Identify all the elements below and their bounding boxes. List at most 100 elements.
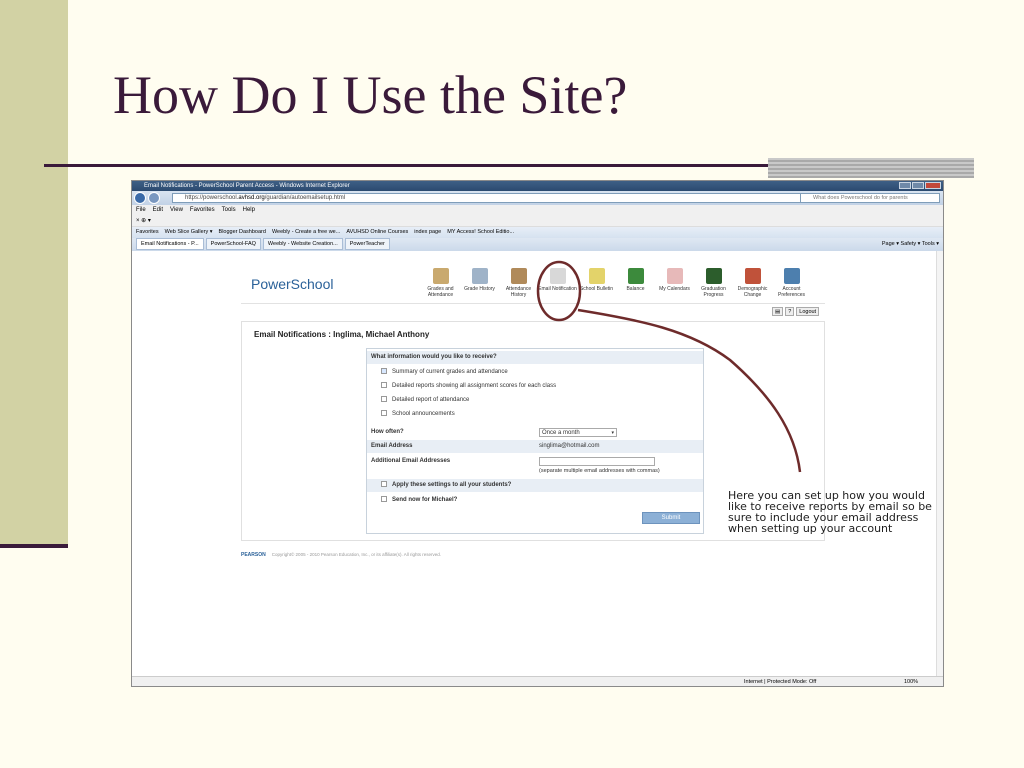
favorite-avuhsd[interactable]: AVUHSD Online Courses	[346, 227, 408, 238]
back-icon[interactable]	[134, 192, 146, 204]
nav-item[interactable]: My Calendars	[655, 268, 694, 298]
frequency-select[interactable]: Once a month	[539, 428, 617, 437]
nav-item-label: School Bulletin	[579, 286, 614, 292]
utility-bar: ▤ ? Logout	[772, 307, 820, 316]
powerschool-nav: Grades and Attendance Grade History Attend…	[421, 268, 811, 298]
nav-item[interactable]: Balance	[616, 268, 655, 298]
nav-item[interactable]: School Bulletin	[577, 268, 616, 298]
nav-item[interactable]: Account Preferences	[772, 268, 811, 298]
apply-all-label: Apply these settings to all your student…	[392, 482, 512, 488]
how-often-row: How often? Once a month	[367, 426, 703, 439]
print-icon[interactable]: ▤	[772, 307, 784, 316]
toolbar-row[interactable]: × ⊕ ▾	[132, 215, 943, 227]
notification-form: What information would you like to recei…	[366, 348, 704, 534]
menu-tools[interactable]: Tools	[222, 205, 236, 215]
nav-item-label: Grade History	[464, 286, 495, 292]
page-footer: PEARSON Copyright© 2005 - 2010 Pearson Ed…	[241, 552, 441, 558]
tab-weebly[interactable]: Weebly - Website Creation...	[262, 238, 343, 250]
nav-item-label: Email Notification	[538, 286, 577, 292]
logout-button[interactable]: Logout	[796, 307, 820, 316]
annotation-text: Here you can set up how you would like t…	[728, 489, 932, 535]
email-value: singlima@hotmail.com	[539, 443, 600, 449]
send-now-checkbox[interactable]	[381, 496, 387, 503]
email-label: Email Address	[371, 443, 413, 449]
search-input[interactable]: What does Powerschool do for parents	[800, 193, 940, 203]
help-icon[interactable]: ?	[785, 307, 795, 316]
option-label: Detailed report of attendance	[392, 397, 470, 403]
zoom-level[interactable]: 100%	[904, 677, 918, 686]
question-row: What information would you like to recei…	[367, 351, 703, 364]
slide-title: How Do I Use the Site?	[113, 65, 628, 125]
nav-item-icon	[510, 268, 527, 284]
address-input[interactable]: https://powerschool.avhsd.org/guardian/a…	[172, 193, 832, 203]
maximize-button[interactable]	[912, 182, 924, 189]
option-checkbox[interactable]	[381, 396, 387, 403]
submit-button[interactable]: Submit	[642, 512, 700, 524]
nav-item-icon	[627, 268, 644, 284]
nav-item-icon	[744, 268, 761, 284]
nav-item-label: Grades and Attendance	[427, 286, 454, 298]
nav-item-icon	[588, 268, 605, 284]
tab-powerschool-faq[interactable]: PowerSchool-FAQ	[205, 238, 261, 250]
nav-item-label: Balance	[626, 286, 645, 292]
nav-item[interactable]: Email Notification	[538, 268, 577, 298]
page-content: PowerSchool Grades and Attendance Grade H…	[132, 251, 943, 678]
favorite-myaccess[interactable]: MY Access! School Editio...	[447, 227, 514, 238]
forward-icon[interactable]	[148, 192, 160, 204]
nav-item[interactable]: Demographic Change	[733, 268, 772, 298]
option-row: Detailed report of attendance	[367, 394, 703, 407]
option-checkbox[interactable]	[381, 368, 387, 375]
send-now-label: Send now for Michael?	[392, 497, 458, 503]
apply-all-checkbox[interactable]	[381, 481, 387, 488]
option-label: School announcements	[392, 411, 455, 417]
tab-powerteacher[interactable]: PowerTeacher	[344, 238, 390, 250]
nav-item[interactable]: Grade History	[460, 268, 499, 298]
favorite-weebly[interactable]: Weebly - Create a free we...	[272, 227, 340, 238]
question-label: What information would you like to recei…	[371, 354, 497, 360]
nav-item[interactable]: Attendance History	[499, 268, 538, 298]
minimize-button[interactable]	[899, 182, 911, 189]
option-row: School announcements	[367, 408, 703, 421]
powerschool-logo[interactable]: PowerSchool	[251, 276, 334, 292]
menu-help[interactable]: Help	[243, 205, 255, 215]
favorites-button[interactable]: Favorites	[136, 227, 159, 238]
nav-item[interactable]: Graduation Progress	[694, 268, 733, 298]
favorite-web-slice[interactable]: Web Slice Gallery ▾	[165, 227, 213, 238]
slide-left-bar	[0, 0, 68, 546]
address-bar-row: https://powerschool.avhsd.org/guardian/a…	[132, 191, 943, 205]
tab-email-notifications[interactable]: Email Notifications - P...	[136, 238, 204, 250]
url-domain: avhsd.org	[238, 195, 265, 201]
favorite-blogger[interactable]: Blogger Dashboard	[219, 227, 266, 238]
nav-item-icon	[432, 268, 449, 284]
nav-item-label: Graduation Progress	[701, 286, 726, 298]
option-label: Detailed reports showing all assignment …	[392, 383, 557, 389]
additional-email-hint-row: (separate multiple email addresses with …	[367, 465, 703, 478]
favorites-bar: Favorites Web Slice Gallery ▾ Blogger Da…	[132, 227, 943, 238]
menu-file[interactable]: File	[136, 205, 146, 215]
url-prefix: https://powerschool.	[185, 195, 239, 201]
apply-all-row: Apply these settings to all your student…	[367, 479, 703, 492]
close-button[interactable]	[925, 182, 941, 189]
url-path: /guardian/autoemailsetup.html	[264, 195, 346, 201]
command-bar[interactable]: Page ▾ Safety ▾ Tools ▾	[882, 238, 939, 251]
page-title: Email Notifications : Inglima, Michael A…	[254, 330, 430, 339]
nav-item-label: Demographic Change	[737, 286, 768, 298]
how-often-label: How often?	[371, 429, 404, 435]
option-checkbox[interactable]	[381, 410, 387, 417]
menu-edit[interactable]: Edit	[153, 205, 163, 215]
nav-item-icon	[549, 268, 566, 284]
window-title: Email Notifications - PowerSchool Parent…	[144, 183, 350, 189]
powerschool-header: PowerSchool Grades and Attendance Grade H…	[241, 264, 825, 304]
option-label: Summary of current grades and attendance	[392, 369, 508, 375]
browser-screenshot: Email Notifications - PowerSchool Parent…	[131, 180, 944, 687]
additional-email-hint: (separate multiple email addresses with …	[539, 468, 660, 474]
menu-favorites[interactable]: Favorites	[190, 205, 215, 215]
option-row: Detailed reports showing all assignment …	[367, 380, 703, 393]
nav-item[interactable]: Grades and Attendance	[421, 268, 460, 298]
menu-view[interactable]: View	[170, 205, 183, 215]
pearson-logo: PEARSON	[241, 552, 266, 558]
option-checkbox[interactable]	[381, 382, 387, 389]
favorite-index[interactable]: index page	[414, 227, 441, 238]
vertical-scrollbar[interactable]	[936, 251, 943, 678]
security-zone: Internet | Protected Mode: Off	[744, 679, 817, 685]
